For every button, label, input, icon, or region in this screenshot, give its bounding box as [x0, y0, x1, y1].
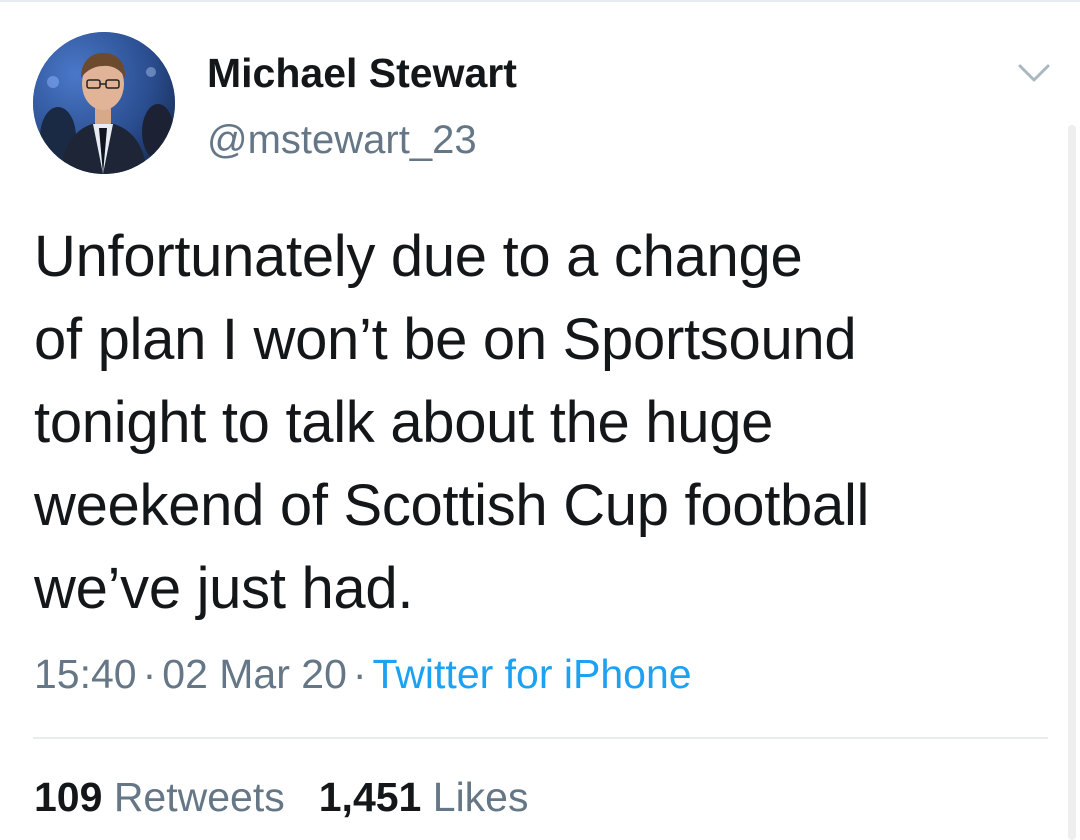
meta-separator: · [142, 651, 157, 697]
author-display-name[interactable]: Michael Stewart [207, 50, 517, 97]
tweet-source-link[interactable]: Twitter for iPhone [373, 651, 692, 697]
retweets-stat[interactable]: 109 Retweets [34, 774, 285, 820]
likes-count: 1,451 [318, 774, 422, 820]
avatar-photo [33, 32, 175, 174]
tweet-text-line: tonight to talk about the huge [34, 390, 774, 455]
author-handle[interactable]: @mstewart_23 [207, 118, 477, 163]
likes-label: Likes [432, 774, 529, 820]
tweet-date[interactable]: 02 Mar 20 [162, 651, 347, 697]
tweet-text: Unfortunately due to a change of plan I … [34, 215, 1044, 630]
avatar[interactable] [33, 32, 175, 174]
chevron-down-icon [1018, 64, 1050, 82]
tweet-text-line: of plan I won’t be on Sportsound [34, 307, 857, 372]
divider [33, 737, 1048, 739]
tweet-text-line: Unfortunately due to a change [34, 224, 803, 289]
scrollbar[interactable] [1068, 125, 1076, 840]
tweet-menu-button[interactable] [1014, 56, 1054, 90]
meta-separator: · [352, 651, 367, 697]
tweet-time[interactable]: 15:40 [34, 651, 137, 697]
tweet-text-line: weekend of Scottish Cup football [34, 473, 870, 538]
retweets-count: 109 [34, 774, 103, 820]
likes-stat[interactable]: 1,451 Likes [319, 774, 529, 820]
retweets-label: Retweets [113, 774, 285, 820]
top-border [0, 0, 1080, 2]
tweet-stats: 109 Retweets 1,451 Likes [34, 774, 528, 821]
tweet-text-line: we’ve just had. [34, 556, 414, 621]
tweet-meta: 15:40 · 02 Mar 20 · Twitter for iPhone [34, 651, 692, 698]
